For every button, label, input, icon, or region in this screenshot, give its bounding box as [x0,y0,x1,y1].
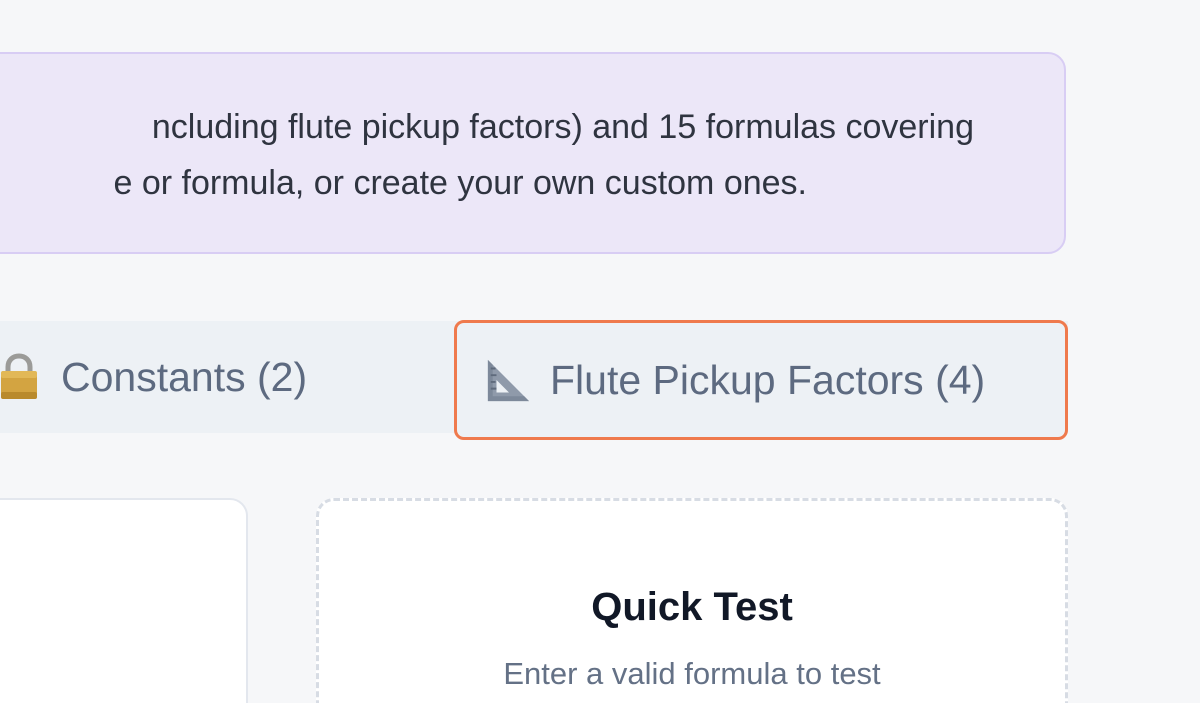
quick-test-card: Quick Test Enter a valid formula to test [316,498,1068,703]
info-banner: ncluding flute pickup factors) and 15 fo… [0,52,1066,254]
formula-list-card [0,498,248,703]
lock-icon [0,353,42,400]
tab-flute-pickup-factors-label: Flute Pickup Factors (4) [550,356,986,403]
info-banner-line-1: ncluding flute pickup factors) and 15 fo… [151,108,974,146]
tab-constants-label: Constants (2) [61,353,308,400]
triangular-ruler-icon [485,357,531,403]
info-banner-line-2: e or formula, or create your own custom … [113,164,807,202]
quick-test-subtitle: Enter a valid formula to test [503,656,881,691]
tab-flute-pickup-factors[interactable]: Flute Pickup Factors (4) [454,320,1068,440]
tab-constants[interactable]: Constants (2) [0,321,356,433]
quick-test-title: Quick Test [591,585,793,629]
tab-bar: Constants (2) Flute Pickup Factors (4) [0,320,1068,440]
page: ncluding flute pickup factors) and 15 fo… [0,0,1200,703]
